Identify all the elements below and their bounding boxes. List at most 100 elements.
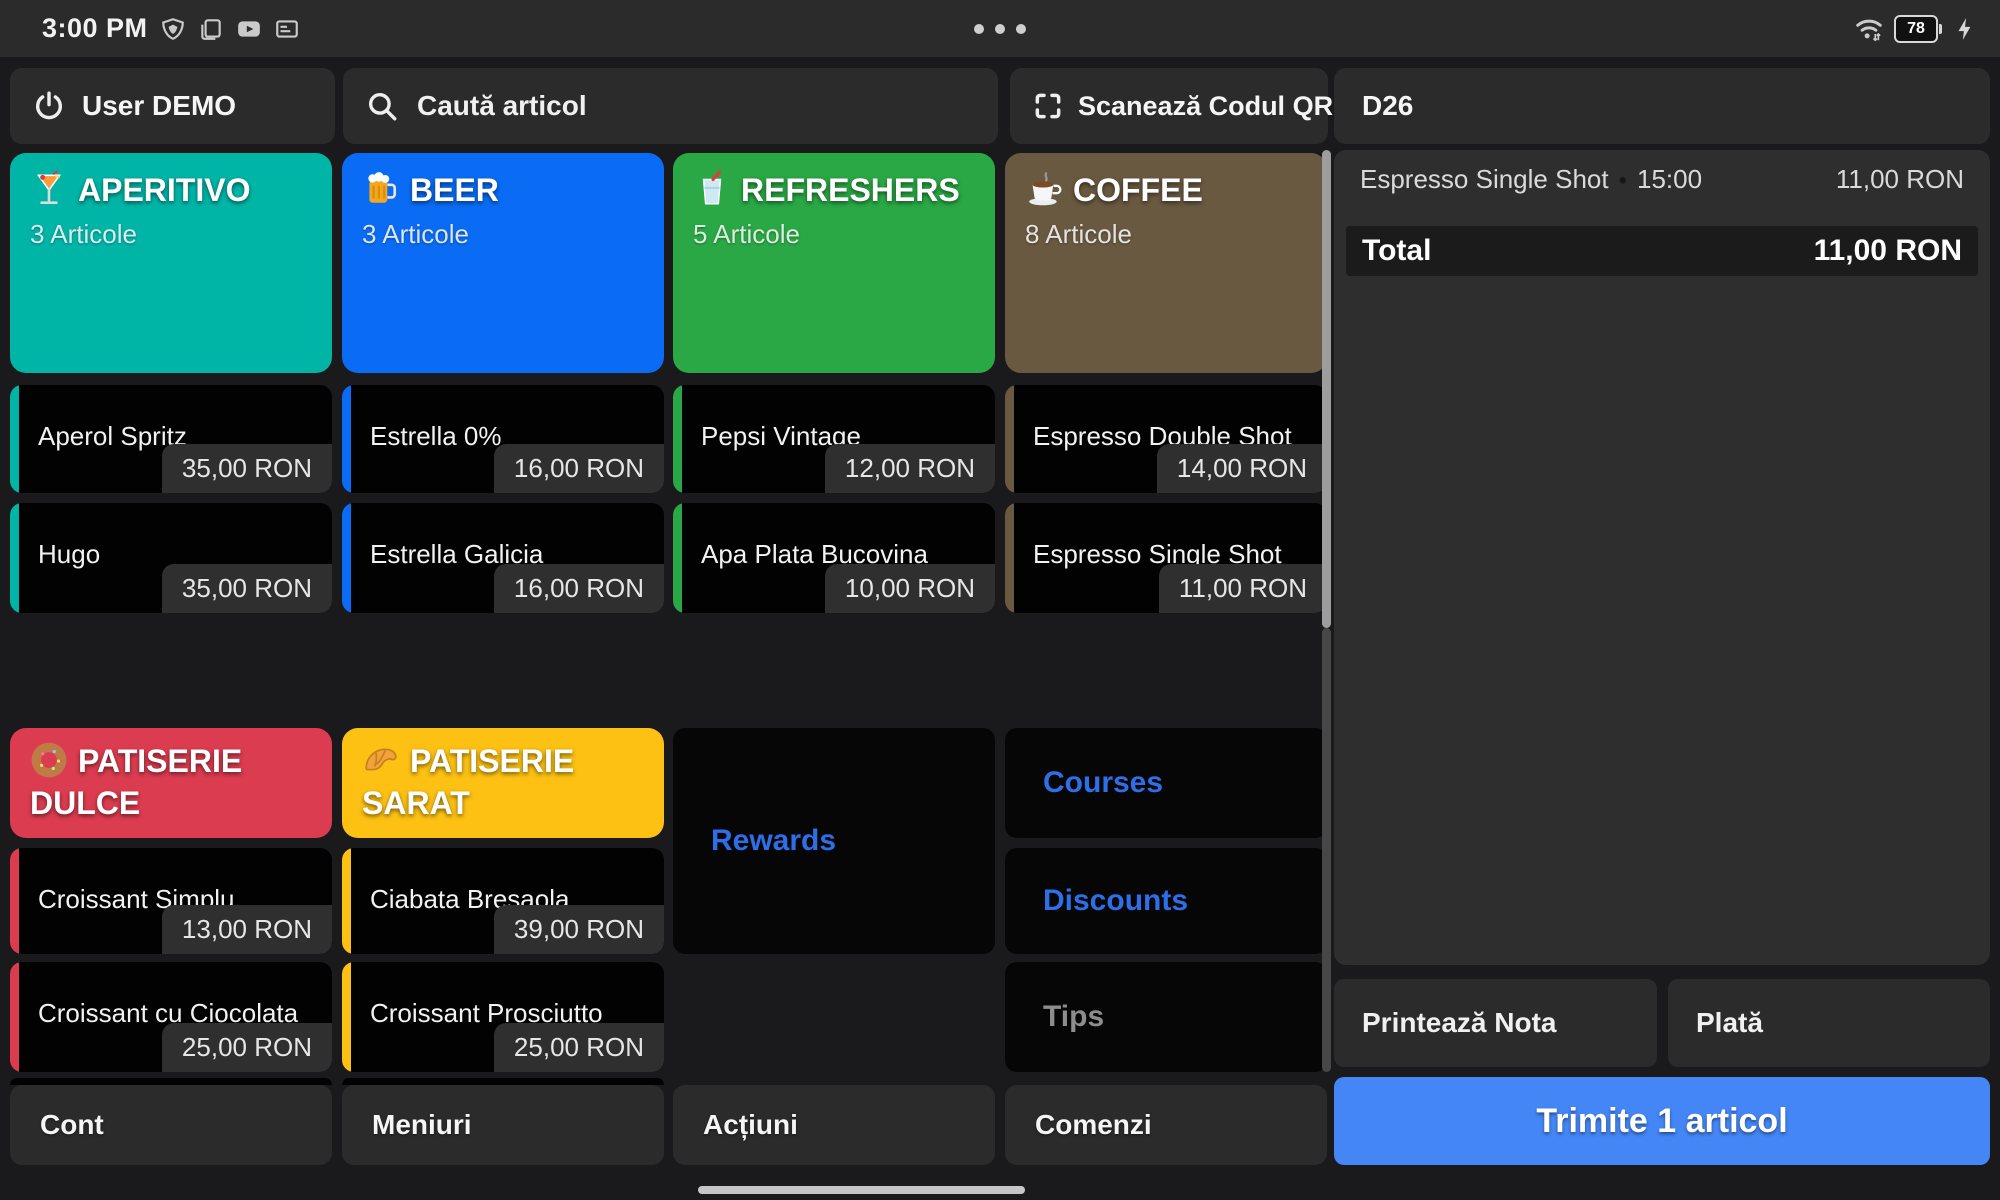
category-color-stripe: [10, 503, 19, 613]
search-bar[interactable]: [343, 68, 998, 144]
item-price: 25,00 RON: [162, 1023, 332, 1072]
category-name: COFFEE: [1073, 172, 1203, 208]
category-color-stripe: [10, 385, 19, 493]
category-name: REFRESHERS: [741, 172, 960, 208]
camera-cutout-dots: [0, 0, 2000, 57]
sim-toolkit-icon: [274, 16, 300, 42]
youtube-icon: [236, 16, 262, 42]
item-card-croissant-ciocolata[interactable]: Croissant cu Ciocolata 25,00 RON: [10, 962, 332, 1072]
item-card-espresso-double[interactable]: Espresso Double Shot 14,00 RON: [1005, 385, 1327, 493]
order-item-name: Espresso Single Shot: [1360, 164, 1609, 194]
nav-comenzi-button[interactable]: Comenzi: [1005, 1085, 1327, 1165]
item-card-pepsi-vintage[interactable]: Pepsi Vintage 12,00 RON: [673, 385, 995, 493]
order-line-text: Espresso Single Shot • 15:00: [1360, 164, 1702, 195]
item-card-ciabata-bresaola[interactable]: Ciabata Bresaola 39,00 RON: [342, 848, 664, 954]
nav-label: Comenzi: [1035, 1109, 1152, 1141]
nav-label: Meniuri: [372, 1109, 472, 1141]
user-button[interactable]: User DEMO: [10, 68, 335, 144]
category-tile-refreshers[interactable]: REFRESHERS 5 Articole: [673, 153, 995, 373]
nav-actiuni-button[interactable]: Acțiuni: [673, 1085, 995, 1165]
clock: 3:00 PM: [42, 13, 148, 44]
category-color-stripe: [673, 503, 682, 613]
item-name: Hugo: [38, 539, 100, 570]
search-input[interactable]: [415, 89, 976, 123]
category-count: 3 Articole: [362, 219, 648, 250]
category-count: 5 Articole: [693, 219, 979, 250]
item-price: 14,00 RON: [1157, 444, 1327, 493]
battery-percent: 78: [1907, 20, 1925, 38]
scrollbar-thumb[interactable]: [1322, 150, 1331, 628]
search-icon: [365, 89, 399, 123]
item-name: Estrella 0%: [370, 421, 502, 452]
tips-card[interactable]: Tips: [1005, 962, 1327, 1072]
nav-label: Cont: [40, 1109, 104, 1141]
category-tile-patiserie-sarat[interactable]: PATISERIE SARAT: [342, 728, 664, 838]
cocktail-icon: [30, 170, 68, 208]
order-line-item[interactable]: Espresso Single Shot • 15:00 11,00 RON: [1334, 150, 1990, 208]
print-receipt-button[interactable]: Printează Nota: [1334, 979, 1657, 1067]
category-tile-coffee[interactable]: COFFEE 8 Articole: [1005, 153, 1327, 373]
home-indicator-handle[interactable]: [698, 1186, 1025, 1194]
qr-scan-icon: [1032, 90, 1064, 122]
nav-meniuri-button[interactable]: Meniuri: [342, 1085, 664, 1165]
category-count: 3 Articole: [30, 219, 316, 250]
category-color-stripe: [10, 848, 19, 954]
item-card-croissant-prosciutto[interactable]: Croissant Prosciutto 25,00 RON: [342, 962, 664, 1072]
item-card-partial[interactable]: [10, 1078, 332, 1085]
category-tile-beer[interactable]: BEER 3 Articole: [342, 153, 664, 373]
scrollbar-track[interactable]: [1322, 628, 1331, 1072]
nav-label: Acțiuni: [703, 1109, 798, 1141]
item-card-partial[interactable]: [342, 1078, 664, 1085]
wifi-icon: [1854, 14, 1884, 44]
category-color-stripe: [673, 385, 682, 493]
rewards-card[interactable]: Rewards: [673, 728, 995, 954]
item-price: 16,00 RON: [494, 564, 664, 613]
print-receipt-label: Printează Nota: [1362, 1007, 1557, 1039]
rewards-label: Rewards: [711, 824, 836, 858]
send-items-button[interactable]: Trimite 1 articol: [1334, 1077, 1990, 1165]
item-card-apa-plata[interactable]: Apa Plata Bucovina 10,00 RON: [673, 503, 995, 613]
category-tile-patiserie-dulce[interactable]: PATISERIE DULCE: [10, 728, 332, 838]
category-count: 8 Articole: [1025, 219, 1311, 250]
item-price: 10,00 RON: [825, 564, 995, 613]
discounts-card[interactable]: Discounts: [1005, 848, 1327, 954]
category-color-stripe: [342, 848, 351, 954]
order-panel: Espresso Single Shot • 15:00 11,00 RON Tot…: [1334, 150, 1990, 965]
cup-straw-icon: [693, 170, 731, 208]
category-color-stripe: [342, 962, 351, 1072]
vpn-shield-icon: [160, 16, 186, 42]
total-row: Total 11,00 RON: [1346, 226, 1978, 276]
courses-label: Courses: [1043, 766, 1163, 800]
item-card-estrella-0[interactable]: Estrella 0% 16,00 RON: [342, 385, 664, 493]
order-item-price: 11,00 RON: [1836, 164, 1964, 195]
item-card-espresso-single[interactable]: Espresso Single Shot 11,00 RON: [1005, 503, 1327, 613]
tips-label: Tips: [1043, 1000, 1104, 1034]
nav-cont-button[interactable]: Cont: [10, 1085, 332, 1165]
category-color-stripe: [1005, 503, 1014, 613]
item-card-croissant-simplu[interactable]: Croissant Simplu 13,00 RON: [10, 848, 332, 954]
donut-icon: [30, 741, 68, 779]
item-card-aperol-spritz[interactable]: Aperol Spritz 35,00 RON: [10, 385, 332, 493]
category-tile-aperitivo[interactable]: APERITIVO 3 Articole: [10, 153, 332, 373]
battery-icon: 78: [1894, 15, 1942, 43]
order-id: D26: [1362, 90, 1413, 122]
user-button-label: User DEMO: [82, 90, 236, 122]
category-name: APERITIVO: [78, 172, 250, 208]
dot-separator-icon: •: [1619, 167, 1627, 194]
total-value: 11,00 RON: [1814, 234, 1962, 268]
item-price: 11,00 RON: [1159, 564, 1327, 613]
item-card-estrella-galicia[interactable]: Estrella Galicia 16,00 RON: [342, 503, 664, 613]
order-item-time: 15:00: [1637, 164, 1702, 194]
item-price: 39,00 RON: [494, 905, 664, 954]
beer-icon: [362, 170, 400, 208]
croissant-icon: [362, 741, 400, 779]
item-price: 13,00 RON: [162, 905, 332, 954]
item-card-hugo[interactable]: Hugo 35,00 RON: [10, 503, 332, 613]
category-color-stripe: [10, 962, 19, 1072]
multi-window-icon: [198, 16, 224, 42]
discounts-label: Discounts: [1043, 884, 1188, 918]
courses-card[interactable]: Courses: [1005, 728, 1327, 838]
item-price: 16,00 RON: [494, 444, 664, 493]
pay-button[interactable]: Plată: [1668, 979, 1990, 1067]
scan-qr-button[interactable]: Scanează Codul QR: [1010, 68, 1328, 144]
